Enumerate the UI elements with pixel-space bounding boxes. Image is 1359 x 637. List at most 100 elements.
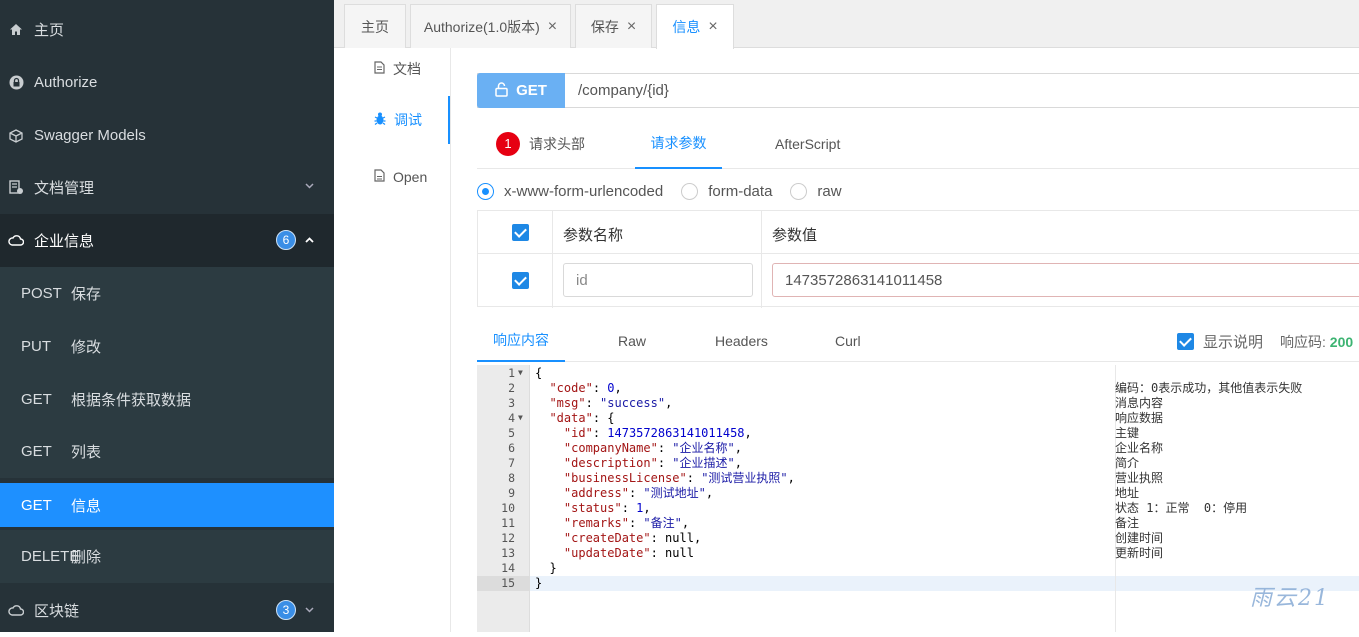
unlock-icon xyxy=(495,81,508,100)
content-type-radios: x-www-form-urlencoded form-data raw xyxy=(477,178,860,204)
tab-info[interactable]: 信息 × xyxy=(656,4,734,49)
tab-curl[interactable]: Curl xyxy=(835,319,861,362)
http-method: DELETE xyxy=(21,548,80,565)
sidebar-item-company-info[interactable]: 企业信息 6 xyxy=(0,214,334,267)
param-name-header: 参数名称 xyxy=(563,227,624,244)
code-line: "address": "测试地址", xyxy=(535,486,713,501)
tab-label: 请求参数 xyxy=(650,134,707,151)
row-checkbox[interactable] xyxy=(512,272,529,289)
line-number: 11 xyxy=(501,516,515,530)
radio-circle[interactable] xyxy=(477,182,494,200)
param-value-input[interactable]: 1473572863141011458 xyxy=(772,263,1359,297)
code-line: "businessLicense": "测试营业执照", xyxy=(535,471,795,486)
code-token: "createDate" xyxy=(563,531,651,545)
fold-arrow-icon[interactable]: ▼ xyxy=(518,413,526,422)
tab-headers[interactable]: Headers xyxy=(715,319,768,362)
tab-save[interactable]: 保存 × xyxy=(575,4,652,48)
endpoint-delete[interactable]: DELETE 删除 xyxy=(0,530,334,583)
field-description: 响应数据 xyxy=(1115,411,1164,425)
sidebar-item-label: 主页 xyxy=(34,22,65,39)
radio-urlencoded[interactable]: x-www-form-urlencoded xyxy=(477,182,663,200)
code-token: "updateDate" xyxy=(563,546,651,560)
code-line: "code": 0, xyxy=(535,381,621,396)
code-token: "address" xyxy=(563,486,629,500)
response-code-label: 响应码: xyxy=(1280,334,1326,350)
code-token: , xyxy=(705,486,714,500)
code-token: "companyName" xyxy=(563,441,658,455)
endpoint-get-info[interactable]: GET 信息 xyxy=(0,483,334,527)
show-description-checkbox[interactable] xyxy=(1177,333,1194,350)
http-method: GET xyxy=(21,496,52,514)
tab-label: Curl xyxy=(835,332,861,349)
tab-label: Headers xyxy=(715,332,768,349)
line-number: 9 xyxy=(508,486,515,500)
count-badge: 6 xyxy=(276,230,296,250)
sidebar-item-doc-manage[interactable]: 文档管理 xyxy=(0,161,334,214)
code-line: "remarks": "备注", xyxy=(535,516,689,531)
tab-raw[interactable]: Raw xyxy=(618,319,646,362)
code-token: : null xyxy=(650,546,694,560)
code-token: "remarks" xyxy=(563,516,629,530)
code-line: "id": 1473572863141011458, xyxy=(535,426,752,441)
code-token: : xyxy=(621,501,637,515)
endpoint-get-list[interactable]: GET 列表 xyxy=(0,425,334,478)
code-token: : null, xyxy=(650,531,702,545)
close-icon[interactable]: × xyxy=(548,18,557,36)
sidebar-item-swagger-models[interactable]: Swagger Models xyxy=(0,109,334,162)
field-description: 更新时间 xyxy=(1115,546,1164,560)
show-description-label: 显示说明 xyxy=(1203,334,1264,351)
send-method-button[interactable]: GET xyxy=(477,73,565,108)
close-icon[interactable]: × xyxy=(627,18,636,36)
cloud-icon xyxy=(8,233,24,249)
radio-form-data[interactable]: form-data xyxy=(681,182,772,200)
endpoint-label: 修改 xyxy=(71,339,102,356)
field-description: 营业执照 xyxy=(1115,471,1164,485)
line-number: 6 xyxy=(508,441,515,455)
response-editor[interactable]: 1 ▼ 2 3 4 ▼ 5 6 7 8 9 10 11 12 13 14 15 { "code": 0, "ms… xyxy=(477,365,1359,632)
line-number: 12 xyxy=(501,531,515,545)
lock-icon xyxy=(8,75,24,91)
http-method: PUT xyxy=(21,338,51,355)
code-line: "msg": "success", xyxy=(535,396,672,411)
radio-circle[interactable] xyxy=(790,182,808,200)
line-number: 5 xyxy=(508,426,515,440)
select-all-checkbox[interactable] xyxy=(512,224,529,241)
sidebar-item-home[interactable]: 主页 xyxy=(0,3,334,56)
endpoint-label: 删除 xyxy=(71,549,102,566)
endpoint-post-save[interactable]: POST 保存 xyxy=(0,267,334,320)
tab-bar: 主页 Authorize(1.0版本) × 保存 × 信息 × xyxy=(334,0,1359,49)
code-token: "status" xyxy=(563,501,622,515)
show-description-toggle[interactable]: 显示说明 xyxy=(1177,331,1263,352)
fold-arrow-icon[interactable]: ▼ xyxy=(518,368,526,377)
endpoint-put-update[interactable]: PUT 修改 xyxy=(0,320,334,373)
code-token: : xyxy=(657,441,673,455)
code-token: "success" xyxy=(600,396,666,410)
close-icon[interactable]: × xyxy=(708,18,717,36)
code-token: "data" xyxy=(549,411,593,425)
nav-open[interactable]: Open xyxy=(334,150,450,204)
field-description: 地址 xyxy=(1115,486,1140,500)
code-token: "测试地址" xyxy=(643,486,706,500)
sidebar-item-authorize[interactable]: Authorize xyxy=(0,56,334,109)
tab-request-headers[interactable]: 1 请求头部 xyxy=(496,118,585,169)
tab-afterscript[interactable]: AfterScript xyxy=(775,118,840,169)
nav-doc[interactable]: 文档 xyxy=(334,42,450,96)
tab-request-params[interactable]: 请求参数 xyxy=(635,118,722,169)
radio-circle[interactable] xyxy=(681,182,699,200)
tab-label: Authorize(1.0版本) xyxy=(423,18,540,35)
radio-raw[interactable]: raw xyxy=(790,182,842,200)
tab-response-content[interactable]: 响应内容 xyxy=(477,319,565,362)
code-token: , xyxy=(734,456,742,470)
endpoint-get-by-condition[interactable]: GET 根据条件获取数据 xyxy=(0,373,334,426)
code-token: "msg" xyxy=(549,396,586,410)
param-name-input[interactable]: id xyxy=(563,263,753,297)
sidebar-item-blockchain[interactable]: 区块链 3 xyxy=(0,584,334,637)
url-input[interactable]: /company/{id} xyxy=(565,74,669,107)
field-description: 编码：0表示成功，其他值表示失败 xyxy=(1115,381,1303,395)
nav-debug[interactable]: 调试 xyxy=(334,96,450,144)
